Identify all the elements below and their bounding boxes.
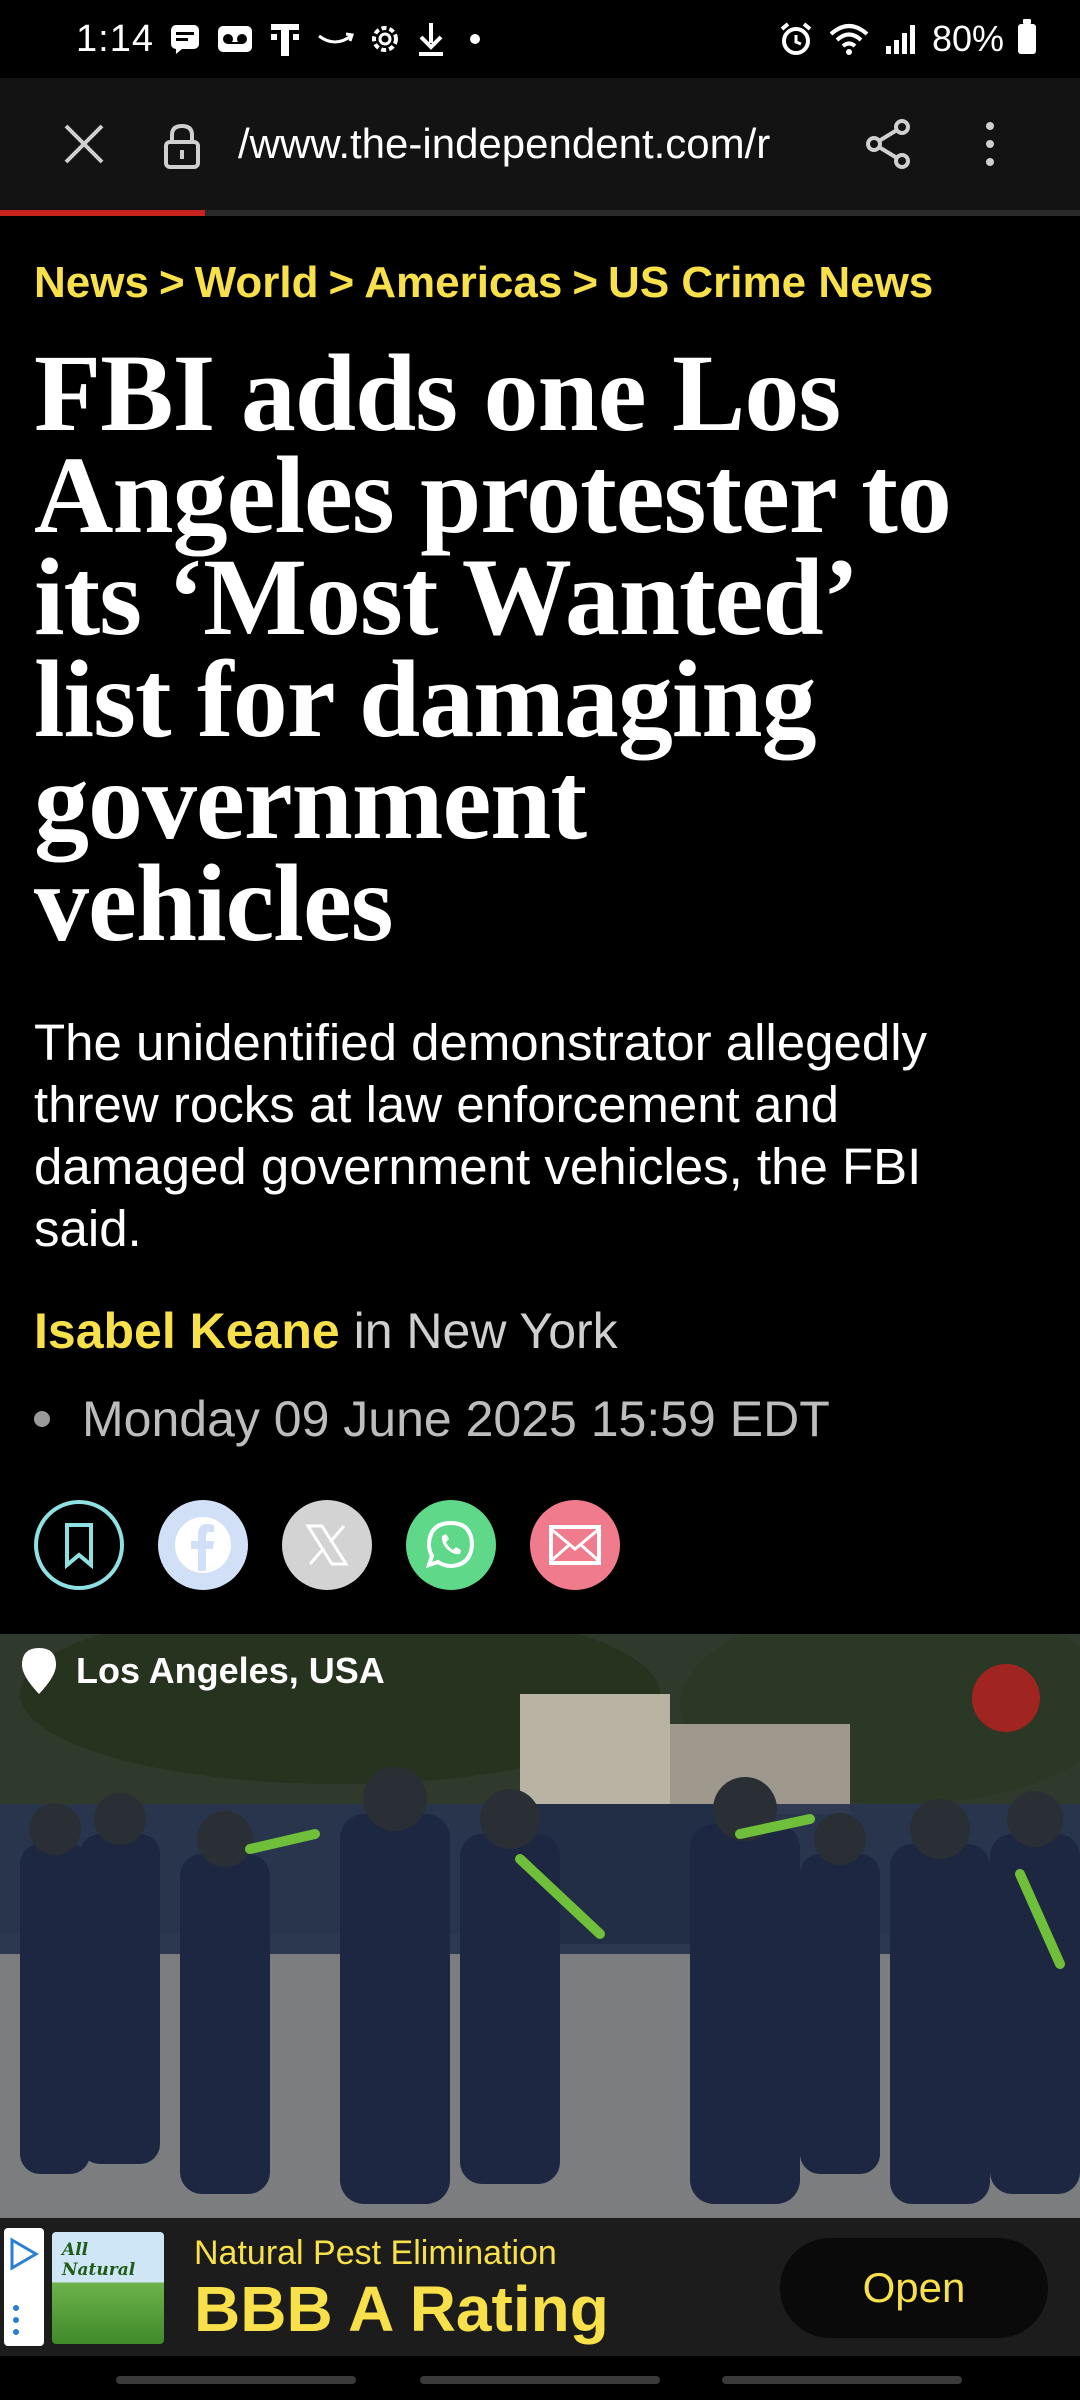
close-icon [64, 124, 104, 164]
x-icon [305, 1524, 349, 1566]
status-left: 1:14 [76, 18, 490, 61]
publish-date-row: Monday 09 June 2025 15:59 EDT [34, 1390, 830, 1448]
facebook-share-button[interactable] [158, 1500, 248, 1590]
signal-icon [884, 20, 918, 58]
dot-icon [460, 20, 490, 58]
breadcrumb-world[interactable]: World [195, 258, 319, 307]
lock-icon[interactable] [162, 122, 202, 170]
photo-location: Los Angeles, USA [18, 1646, 385, 1696]
ad-banner[interactable]: All Natural Natural Pest Elimination BBB… [0, 2218, 1080, 2356]
close-tab-button[interactable] [60, 120, 108, 168]
browser-toolbar: /www.the-independent.com/r [0, 78, 1080, 210]
byline: Isabel Keane in New York [34, 1302, 618, 1360]
x-share-button[interactable] [282, 1500, 372, 1590]
nav-back-handle[interactable] [722, 2376, 962, 2384]
breadcrumb-americas[interactable]: Americas [364, 258, 562, 307]
ad-title: BBB A Rating [194, 2273, 609, 2345]
breadcrumb-us-crime-news[interactable]: US Crime News [608, 258, 933, 307]
headline-line: Angeles protester to [34, 434, 952, 556]
amazon-icon [316, 20, 354, 58]
breadcrumb-separator: > [328, 258, 355, 307]
more-options-button[interactable] [970, 118, 1010, 170]
breadcrumb-news[interactable]: News [34, 258, 149, 307]
location-pin-icon [22, 1648, 56, 1694]
system-nav-bar [0, 2356, 1080, 2400]
status-right: 80% [778, 18, 1036, 60]
ad-subtitle: Natural Pest Elimination [194, 2234, 557, 2272]
publish-date: Monday 09 June 2025 15:59 EDT [82, 1391, 830, 1447]
breadcrumb-separator: > [572, 258, 599, 307]
headline-line: its ‘Most Wanted’ [34, 536, 859, 658]
status-bar: 1:14 80% [0, 0, 1080, 78]
download-icon [416, 20, 446, 58]
standfirst-line: said. [34, 1200, 142, 1257]
ad-open-button[interactable]: Open [780, 2238, 1048, 2338]
whatsapp-share-button[interactable] [406, 1500, 496, 1590]
standfirst-line: threw rocks at law enforcement and [34, 1076, 840, 1133]
headline-line: FBI adds one Los [34, 332, 841, 454]
ad-choices-button[interactable] [4, 2228, 44, 2346]
author-link[interactable]: Isabel Keane [34, 1303, 340, 1359]
photo-scene [0, 1634, 1080, 2218]
nav-recents-handle[interactable] [116, 2376, 356, 2384]
article-standfirst: The unidentified demonstrator allegedly … [34, 1012, 1044, 1260]
headline-line: vehicles [34, 842, 394, 964]
video-logo-icon [972, 1664, 1040, 1732]
more-vert-icon [986, 122, 994, 166]
share-button[interactable] [864, 118, 912, 170]
url-field[interactable]: /www.the-independent.com/r [238, 114, 820, 174]
settings-icon [368, 20, 402, 58]
article-photo[interactable]: Los Angeles, USA [0, 1634, 1080, 2218]
author-location: in New York [339, 1303, 618, 1359]
share-row [34, 1500, 620, 1590]
wifi-icon [828, 20, 870, 58]
photo-location-label: Los Angeles, USA [76, 1650, 385, 1691]
ad-image-logo: All Natural [62, 2240, 136, 2280]
battery-percent: 80% [931, 18, 1004, 59]
message-icon [168, 20, 202, 58]
alarm-icon [778, 20, 814, 58]
bookmark-button[interactable] [34, 1500, 124, 1590]
nav-home-handle[interactable] [420, 2376, 660, 2384]
t-mobile-icon [268, 20, 302, 58]
bookmark-icon [65, 1523, 93, 1569]
email-icon [549, 1525, 601, 1565]
article-headline: FBI adds one Los Angeles protester to it… [34, 332, 1064, 964]
breadcrumb: News > World > Americas > US Crime News [34, 258, 933, 308]
page-load-progress [0, 210, 1080, 216]
breadcrumb-separator: > [158, 258, 185, 307]
headline-line: government [34, 740, 587, 862]
ad-choices-icon [10, 2237, 39, 2335]
facebook-icon [175, 1517, 231, 1573]
progress-fill [0, 210, 206, 216]
email-share-button[interactable] [530, 1500, 620, 1590]
standfirst-line: damaged government vehicles, the FBI [34, 1138, 922, 1195]
whatsapp-icon [425, 1520, 475, 1569]
ad-image[interactable]: All Natural [52, 2232, 164, 2344]
share-icon [866, 119, 910, 169]
voicemail-icon [216, 20, 254, 58]
status-time: 1:14 [76, 17, 154, 60]
battery-icon [1018, 19, 1036, 54]
bullet-dot [34, 1411, 50, 1427]
standfirst-line: The unidentified demonstrator allegedly [34, 1014, 928, 1071]
headline-line: list for damaging [34, 638, 817, 760]
